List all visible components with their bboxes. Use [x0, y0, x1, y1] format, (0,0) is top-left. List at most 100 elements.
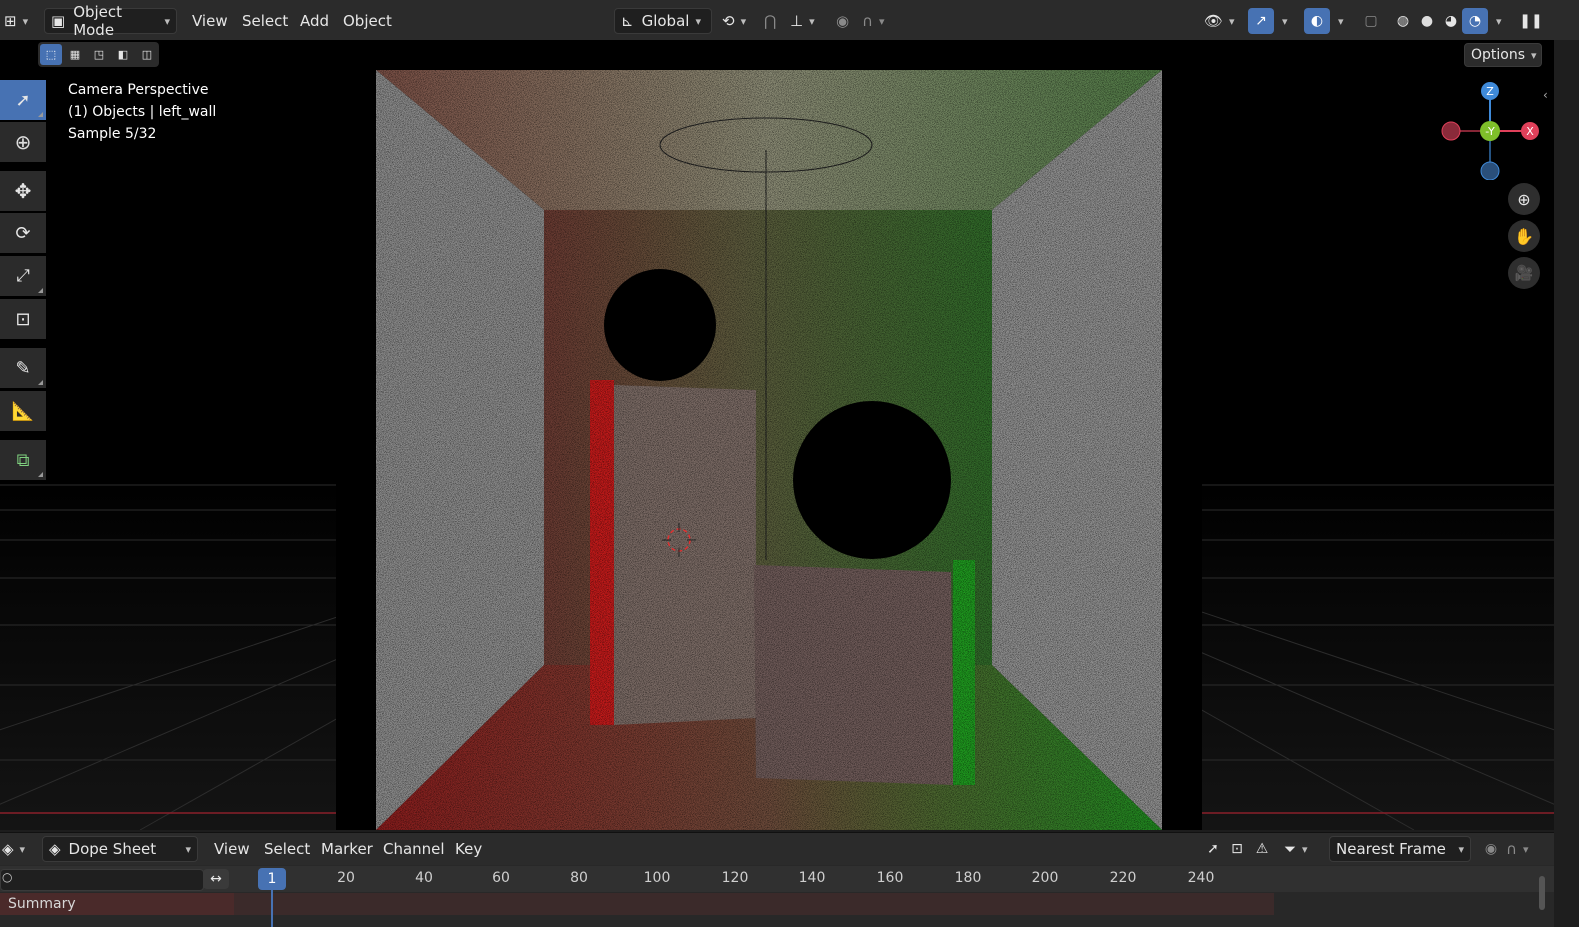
- hidden-objects-icon: ⊡: [1231, 841, 1243, 857]
- tool-transform[interactable]: ⊡: [0, 299, 46, 339]
- camera-view-button[interactable]: 🎥: [1508, 257, 1540, 289]
- pivot-icon: ⟲: [722, 12, 735, 30]
- select-extend-button[interactable]: ▦: [64, 44, 86, 65]
- overlays-dropdown[interactable]: ▾: [1332, 8, 1344, 34]
- dopesheet-menu-select[interactable]: Select: [264, 836, 310, 862]
- current-frame-indicator[interactable]: 1: [258, 868, 286, 890]
- options-dropdown[interactable]: Options ▾: [1464, 43, 1542, 67]
- menu-add[interactable]: Add: [300, 8, 329, 34]
- mode-label: Object Mode: [73, 3, 123, 39]
- sidebar-toggle-icon[interactable]: ‹: [1543, 88, 1548, 102]
- tool-move[interactable]: ✥: [0, 171, 46, 211]
- tick-label: 60: [492, 870, 510, 886]
- menu-view[interactable]: View: [192, 8, 228, 34]
- visibility-dropdown[interactable]: 👁 ▾: [1204, 8, 1235, 34]
- dopesheet-menu-channel[interactable]: Channel: [383, 836, 445, 862]
- snap-toggle[interactable]: ⋂: [764, 8, 776, 34]
- tool-measure[interactable]: 📐: [0, 391, 46, 431]
- shading-wireframe[interactable]: ◍: [1390, 8, 1416, 34]
- add-cube-icon: ⧉: [16, 449, 30, 471]
- select-intersect-button[interactable]: ◫: [136, 44, 158, 65]
- filter-icon: ⏷: [1284, 840, 1297, 858]
- channel-search-input[interactable]: ○: [0, 869, 204, 891]
- dopesheet-proportional-toggle[interactable]: ◉: [1478, 836, 1504, 862]
- object-mode-icon: ▣: [51, 12, 66, 30]
- pause-render-button[interactable]: ❚❚: [1518, 8, 1544, 34]
- tick-label: 200: [1031, 870, 1059, 886]
- tick-label: 100: [643, 870, 671, 886]
- snap-mode-dropdown[interactable]: Nearest Frame ▾: [1329, 836, 1471, 862]
- tick-label: 220: [1109, 870, 1137, 886]
- wireframe-sphere-icon: ◍: [1396, 13, 1410, 29]
- navigation-gizmo[interactable]: Z X -Y: [1436, 80, 1548, 180]
- snap-increment-icon: ⊥: [790, 12, 804, 30]
- summary-channel[interactable]: Summary: [0, 893, 234, 915]
- pencil-icon: ✎: [15, 357, 31, 379]
- filters-dropdown[interactable]: ⏷ ▾: [1284, 836, 1308, 862]
- shading-rendered[interactable]: ◔: [1462, 8, 1488, 34]
- dopesheet-falloff-dropdown[interactable]: ∩ ▾: [1506, 836, 1529, 862]
- shading-solid[interactable]: ●: [1414, 8, 1440, 34]
- dopesheet-menu-marker[interactable]: Marker: [321, 836, 373, 862]
- dopesheet-mode-icon: ◈: [49, 840, 61, 858]
- falloff-dropdown[interactable]: ∩ ▾: [862, 8, 885, 34]
- tool-scale[interactable]: ⤢: [0, 256, 46, 296]
- cursor-arrow-icon: ➚: [15, 89, 31, 111]
- properties-edge-strip: [1554, 40, 1579, 927]
- only-selected-toggle[interactable]: ➚: [1200, 836, 1226, 862]
- menu-object[interactable]: Object: [343, 8, 392, 34]
- dopesheet-menu-key[interactable]: Key: [455, 836, 482, 862]
- hand-icon: ✋: [1514, 226, 1534, 246]
- dopesheet-mode-dropdown[interactable]: ◈ Dope Sheet ▾: [42, 836, 198, 862]
- camera-icon: 🎥: [1514, 264, 1534, 282]
- tick-label: 240: [1187, 870, 1215, 886]
- mode-dropdown[interactable]: ▣ Object Mode ▾: [44, 3, 177, 39]
- snap-target-dropdown[interactable]: ⊥ ▾: [790, 8, 815, 34]
- shading-dropdown[interactable]: ▾: [1490, 8, 1502, 34]
- sync-toggle[interactable]: ↔: [203, 869, 229, 889]
- dopesheet-editor-type[interactable]: ◈ ▾: [2, 836, 25, 862]
- xray-toggle[interactable]: ▢: [1358, 8, 1384, 34]
- search-icon: ○: [2, 870, 13, 884]
- select-subtract-button[interactable]: ◳: [88, 44, 110, 65]
- material-sphere-icon: ◕: [1444, 13, 1458, 29]
- tool-rotate[interactable]: ⟳: [0, 213, 46, 253]
- transform-orientation-dropdown[interactable]: ⊾ Global ▾: [614, 8, 712, 34]
- pivot-point-dropdown[interactable]: ⟲ ▾: [722, 8, 746, 34]
- neg-x-axis-handle[interactable]: [1441, 121, 1461, 141]
- zoom-button[interactable]: ⊕: [1508, 183, 1540, 215]
- editor-type-dropdown[interactable]: ⊞ ▾: [4, 8, 36, 34]
- menu-select[interactable]: Select: [242, 8, 288, 34]
- select-invert-button[interactable]: ◧: [112, 44, 134, 65]
- timeline-ruler[interactable]: ○ ↔ 20 40 60 80 100 120 140 160 180 200 …: [0, 866, 1554, 892]
- dopesheet-scrollbar[interactable]: [1539, 876, 1545, 910]
- z-axis-label: Z: [1486, 85, 1494, 98]
- dopesheet-header: ◈ ▾ ◈ Dope Sheet ▾ View Select Marker Chan…: [0, 832, 1554, 865]
- tool-cursor[interactable]: ⊕: [0, 122, 46, 162]
- proportional-edit-toggle[interactable]: ◉: [836, 8, 849, 34]
- dopesheet-menu-view[interactable]: View: [214, 836, 250, 862]
- tick-label: 40: [415, 870, 433, 886]
- shading-material[interactable]: ◕: [1438, 8, 1464, 34]
- ruler-icon: 📐: [11, 400, 35, 422]
- pan-button[interactable]: ✋: [1508, 220, 1540, 252]
- show-hidden-toggle[interactable]: ⊡: [1224, 836, 1250, 862]
- render-sample-count: Sample 5/32: [68, 126, 157, 142]
- neg-z-axis-handle[interactable]: [1480, 161, 1500, 180]
- x-axis-label: X: [1526, 125, 1534, 138]
- snap-mode-label: Nearest Frame: [1336, 840, 1446, 858]
- gizmo-dropdown[interactable]: ▾: [1276, 8, 1288, 34]
- horizontal-arrows-icon: ↔: [210, 871, 222, 887]
- select-new-button[interactable]: ⬚: [40, 44, 62, 65]
- tick-label: 120: [721, 870, 749, 886]
- dopesheet-editor-icon: ◈: [2, 840, 14, 858]
- tool-add-cube[interactable]: ⧉: [0, 440, 46, 480]
- viewport-header: ⊞ ▾ ▣ Object Mode ▾ View Select Add Object…: [0, 0, 1579, 41]
- tool-select-box[interactable]: ➚: [0, 80, 46, 120]
- gizmo-toggle[interactable]: ↗: [1248, 8, 1274, 34]
- rendered-sphere-icon: ◔: [1468, 13, 1482, 29]
- overlays-toggle[interactable]: ◐: [1304, 8, 1330, 34]
- tool-annotate[interactable]: ✎: [0, 348, 46, 388]
- 3d-viewport[interactable]: Camera Perspective (1) Objects | left_wa…: [0, 40, 1554, 830]
- only-errors-toggle[interactable]: ⚠: [1249, 836, 1275, 862]
